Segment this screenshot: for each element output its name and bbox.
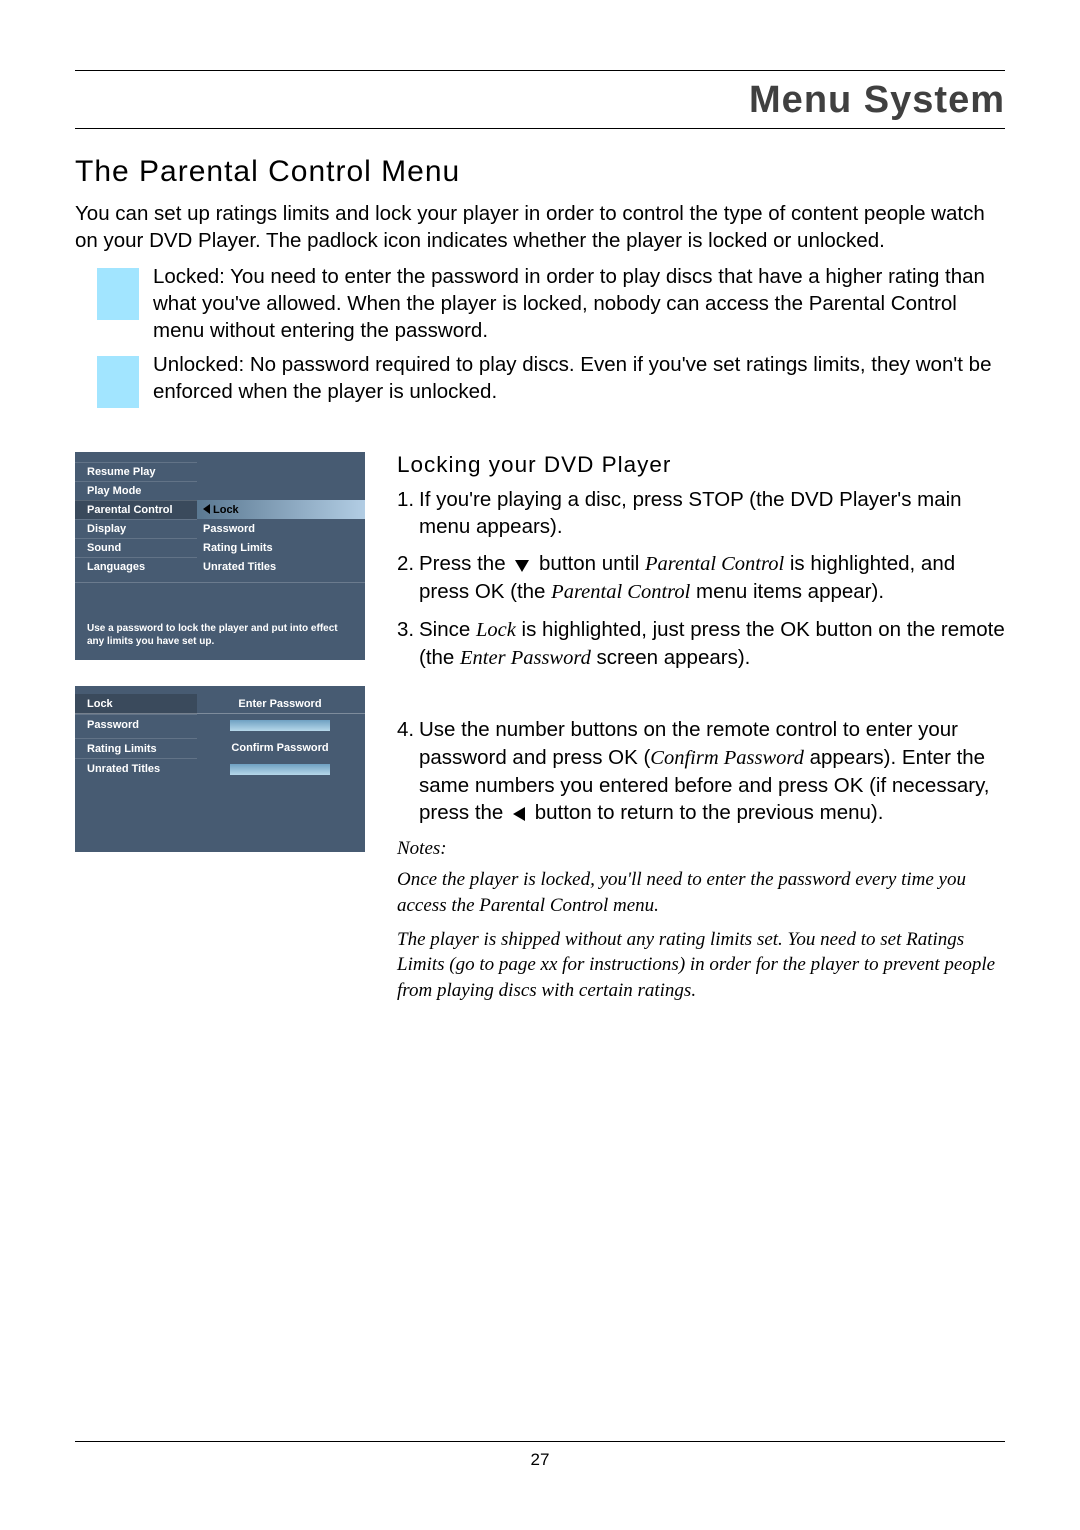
menu-item: Rating Limits [75, 738, 197, 758]
note-1: Once the player is locked, you'll need t… [397, 867, 1005, 918]
enter-password-label: Enter Password [197, 694, 365, 714]
menu-item: Password [75, 714, 197, 738]
step-4: 4. Use the number buttons on the remote … [397, 716, 1005, 825]
submenu-item-highlighted: Lock [197, 500, 365, 519]
menu-hint: Use a password to lock the player and pu… [75, 582, 365, 652]
caret-left-icon [203, 504, 210, 514]
note-2: The player is shipped without any rating… [397, 927, 1005, 1004]
submenu-item: Rating Limits [197, 538, 365, 557]
page-number: 27 [75, 1441, 1005, 1470]
menu-item: Unrated Titles [75, 758, 197, 782]
arrow-left-icon [513, 807, 525, 821]
step-1: 1. If you're playing a disc, press STOP … [397, 486, 1005, 540]
menu-item: Resume Play [75, 462, 197, 481]
step-3: 3. Since Lock is highlighted, just press… [397, 616, 1005, 672]
menu-item: Play Mode [75, 481, 197, 500]
menu-item: Display [75, 519, 197, 538]
mock-ui-column: Resume Play Play Mode Parental ControlLo… [75, 452, 385, 852]
confirm-password-label: Confirm Password [197, 738, 365, 758]
menu-item: Sound [75, 538, 197, 557]
submenu-item: Password [197, 519, 365, 538]
password-entry-mockup: Lock Enter Password Password Rating Limi… [75, 686, 365, 852]
password-input-field [230, 720, 330, 731]
menu-item-selected: Parental Control [75, 500, 197, 519]
intro-text: You can set up ratings limits and lock y… [75, 201, 1005, 254]
instructions-column: Locking your DVD Player 1. If you're pla… [385, 452, 1005, 1011]
locked-description: Locked: You need to enter the password i… [153, 264, 1005, 344]
unlocked-icon [97, 356, 139, 408]
unlocked-description: Unlocked: No password required to play d… [153, 352, 1005, 405]
confirm-password-input-field [230, 764, 330, 775]
locked-icon [97, 268, 139, 320]
notes-block: Notes: Once the player is locked, you'll… [397, 836, 1005, 1004]
main-menu-mockup: Resume Play Play Mode Parental ControlLo… [75, 452, 365, 660]
section-title: The Parental Control Menu [75, 155, 1005, 189]
locked-state-row: Locked: You need to enter the password i… [75, 264, 1005, 344]
notes-heading: Notes: [397, 836, 1005, 862]
arrow-down-icon [515, 560, 529, 572]
menu-item: Languages [75, 557, 197, 576]
submenu-item: Unrated Titles [197, 557, 365, 576]
subsection-title: Locking your DVD Player [397, 452, 1005, 478]
step-2: 2. Press the button until Parental Contr… [397, 550, 1005, 606]
document-header: Menu System [75, 79, 1005, 122]
menu-item-selected: Lock [75, 694, 197, 714]
unlocked-state-row: Unlocked: No password required to play d… [75, 352, 1005, 408]
